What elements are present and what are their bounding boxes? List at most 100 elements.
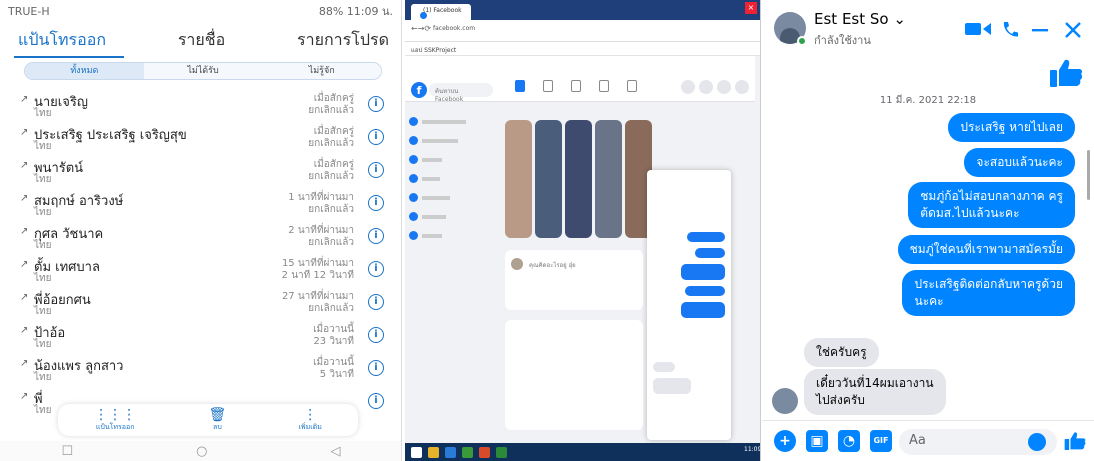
info-icon[interactable]: i <box>368 96 384 112</box>
caller-country: ไทย <box>34 372 52 383</box>
call-duration: ยกเลิกแล้ว <box>308 171 354 182</box>
messenger-icon[interactable] <box>717 80 731 94</box>
tab-dialpad[interactable]: แป้นโทรออก <box>18 28 106 53</box>
left-menu-item[interactable] <box>409 169 493 188</box>
left-menu-item[interactable] <box>409 112 493 131</box>
edge-icon[interactable] <box>445 446 456 458</box>
sticker-icon[interactable]: ◔ <box>838 430 860 452</box>
story-card[interactable] <box>535 120 562 238</box>
recents-icon[interactable]: ☐ <box>62 444 74 459</box>
app-icon[interactable] <box>479 446 490 458</box>
outgoing-call-icon: ↗ <box>20 292 29 303</box>
watch-icon[interactable] <box>543 80 553 92</box>
info-icon[interactable]: i <box>368 162 384 178</box>
more-icon: ⋮ <box>303 406 318 423</box>
caller-country: ไทย <box>34 273 52 284</box>
post-composer[interactable]: คุณคิดอะไรอยู่ อุ๋ย <box>505 250 643 310</box>
sent-message: ชมภู่ก้อไม่สอบกลางภาค ครู ต้ดมส.ไปแล้วนะ… <box>908 182 1075 228</box>
menu-item-text-placeholder <box>422 214 446 219</box>
menu-item-icon <box>409 231 418 240</box>
browser-tab[interactable]: (1) Facebook <box>411 4 471 20</box>
received-message: เดี๋ยววันที่14ผมเอางาน ไปส่งครับ <box>804 369 946 415</box>
left-menu-item[interactable] <box>409 131 493 150</box>
menu-item-text-placeholder <box>422 138 458 143</box>
thumbs-up-send-icon[interactable] <box>1064 430 1086 456</box>
video-call-icon[interactable] <box>965 20 991 41</box>
gif-icon[interactable]: GIF <box>870 430 892 452</box>
window-close-icon[interactable]: × <box>745 2 757 14</box>
system-nav-bar: ☐ ○ ◁ <box>0 441 401 461</box>
minimize-icon[interactable] <box>1031 20 1049 43</box>
browser-facebook: (1) Facebook × ←→⟳ facebook.com แอป SSKP… <box>405 0 761 461</box>
gaming-icon[interactable] <box>627 80 637 92</box>
info-icon[interactable]: i <box>368 195 384 211</box>
story-card[interactable] <box>595 120 622 238</box>
profile-avatar[interactable] <box>681 80 695 94</box>
call-row[interactable]: ↗ กุศล วัชนาค ไทย 2 นาทีที่ผ่านมา ยกเลิกแล้ว… <box>0 220 401 253</box>
back-icon[interactable]: ◁ <box>331 444 341 459</box>
explorer-icon[interactable] <box>428 446 439 458</box>
home-icon[interactable]: ○ <box>196 444 207 459</box>
mini-received-bubble <box>653 378 691 394</box>
filter-unknown[interactable]: ไม่รู้จัก <box>262 63 381 79</box>
call-duration: ยกเลิกแล้ว <box>308 303 354 314</box>
outgoing-call-icon: ↗ <box>20 94 29 105</box>
left-menu-item[interactable] <box>409 150 493 169</box>
left-menu-item[interactable] <box>409 188 493 207</box>
nav-arrows-icon[interactable]: ←→⟳ <box>411 24 431 33</box>
story-card[interactable] <box>565 120 592 238</box>
facebook-logo-icon[interactable]: f <box>411 82 427 98</box>
left-menu-item[interactable] <box>409 226 493 245</box>
notifications-icon[interactable] <box>735 80 749 94</box>
nav-dialpad-label: แป้นโทรออก <box>95 422 135 431</box>
facebook-top-bar: f ค้นหาบน Facebook <box>405 56 755 103</box>
home-icon[interactable] <box>515 80 525 92</box>
info-icon[interactable]: i <box>368 294 384 310</box>
nav-delete[interactable]: 🗑 ลบ <box>209 408 227 433</box>
composer-placeholder[interactable]: คุณคิดอะไรอยู่ อุ๋ย <box>529 260 576 270</box>
call-row[interactable]: ↗ นายเจริญ ไทย เมื่อสักครู่ ยกเลิกแล้ว i <box>0 88 401 121</box>
chrome-icon[interactable] <box>462 446 473 458</box>
close-icon[interactable] <box>1064 20 1082 43</box>
story-card[interactable] <box>505 120 532 238</box>
call-row[interactable]: ↗ พี่อ้อยกศน ไทย 27 นาทีที่ผ่านมา ยกเลิกแล้ว… <box>0 286 401 319</box>
start-icon[interactable] <box>411 446 422 458</box>
phone-call-icon[interactable] <box>1000 20 1020 43</box>
info-icon[interactable]: i <box>368 393 384 409</box>
sent-message: จะสอบแล้วนะคะ <box>964 148 1075 177</box>
info-icon[interactable]: i <box>368 129 384 145</box>
filter-missed[interactable]: ไม่ได้รับ <box>143 63 263 79</box>
left-menu-item[interactable] <box>409 207 493 226</box>
tab-favorites[interactable]: รายการโปรด <box>297 28 389 53</box>
chat-scrollbar[interactable] <box>1087 150 1090 200</box>
call-row[interactable]: ↗ ประเสริฐ ประเสริฐ เจริญสุข ไทย เมื่อสักคร… <box>0 121 401 154</box>
call-row[interactable]: ↗ สมฤกษ์ อาริวงษ์ ไทย 1 นาทีที่ผ่านมา ยกเลิก… <box>0 187 401 220</box>
call-row[interactable]: ↗ น้องแพร ลูกสาว ไทย เมื่อวานนี้ 5 วินาที i <box>0 352 401 385</box>
tab-contacts[interactable]: รายชื่อ <box>178 28 225 53</box>
create-icon[interactable] <box>699 80 713 94</box>
contact-name[interactable]: Est Est So ⌄ <box>814 10 906 28</box>
info-icon[interactable]: i <box>368 360 384 376</box>
call-row[interactable]: ↗ ตั้ม เทศบาล ไทย 15 นาทีที่ผ่านมา 2 นาที 12… <box>0 253 401 286</box>
call-row[interactable]: ↗ พนารัตน์ ไทย เมื่อสักครู่ ยกเลิกแล้ว i <box>0 154 401 187</box>
nav-dialpad[interactable]: ⋮⋮⋮ แป้นโทรออก <box>94 408 136 433</box>
caller-country: ไทย <box>34 306 52 317</box>
facebook-search[interactable]: ค้นหาบน Facebook <box>429 83 493 103</box>
marketplace-icon[interactable] <box>571 80 581 92</box>
emoji-icon[interactable] <box>1028 433 1046 451</box>
groups-icon[interactable] <box>599 80 609 92</box>
browser-tab-bar: (1) Facebook × <box>405 0 760 20</box>
line-icon[interactable] <box>496 446 507 458</box>
received-message: ใช่ครับครู <box>804 338 879 367</box>
image-icon[interactable]: ▣ <box>806 430 828 452</box>
stories-strip <box>505 120 660 240</box>
nav-more-label: เพิ่มเติม <box>298 422 322 431</box>
call-row[interactable]: ↗ ป้าอ้อ ไทย เมื่อวานนี้ 23 วินาที i <box>0 319 401 352</box>
info-icon[interactable]: i <box>368 327 384 343</box>
filter-all[interactable]: ทั้งหมด <box>25 63 144 79</box>
info-icon[interactable]: i <box>368 228 384 244</box>
plus-icon[interactable]: + <box>774 430 796 452</box>
nav-more[interactable]: ⋮ เพิ่มเติม <box>299 408 322 433</box>
url-text[interactable]: facebook.com <box>433 25 475 32</box>
info-icon[interactable]: i <box>368 261 384 277</box>
